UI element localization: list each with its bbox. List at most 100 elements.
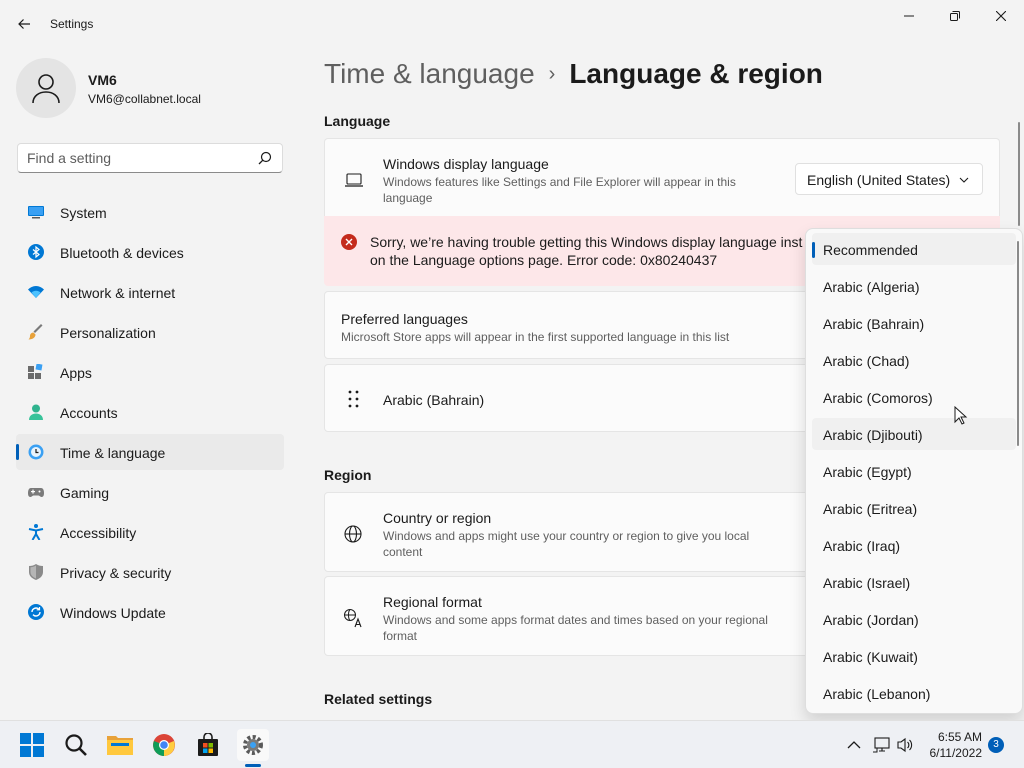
- search-box[interactable]: [17, 143, 283, 173]
- dropdown-option[interactable]: Arabic (Iraq): [812, 529, 1016, 561]
- sidebar-item-label: Accounts: [60, 405, 118, 421]
- country-region-subtitle: Windows and apps might use your country …: [383, 529, 750, 559]
- laptop-icon: [345, 173, 363, 187]
- drag-handle-icon[interactable]: [344, 389, 364, 409]
- region-section-title: Region: [324, 467, 372, 483]
- close-icon: [996, 11, 1006, 21]
- apps-icon: [28, 364, 43, 379]
- dropdown-option-label: Arabic (Comoros): [823, 390, 933, 406]
- sidebar-item-accounts[interactable]: Accounts: [16, 394, 284, 430]
- microsoft-store-button[interactable]: [192, 729, 224, 761]
- update-icon: [28, 604, 44, 620]
- dropdown-option-label: Arabic (Egypt): [823, 464, 912, 480]
- clock-date[interactable]: 6/11/2022: [920, 746, 983, 760]
- minimize-button[interactable]: [886, 0, 932, 32]
- close-button[interactable]: [978, 0, 1024, 32]
- page-scrollbar[interactable]: [1018, 122, 1020, 226]
- user-name: VM6: [88, 72, 117, 88]
- dropdown-scrollbar[interactable]: [1017, 241, 1019, 446]
- display-language-select[interactable]: English (United States): [795, 163, 983, 195]
- show-hidden-icons-button[interactable]: [838, 729, 870, 761]
- dropdown-option[interactable]: Arabic (Kuwait): [812, 640, 1016, 672]
- speaker-icon: [897, 737, 913, 753]
- back-arrow-icon: [18, 19, 30, 29]
- dropdown-option[interactable]: Arabic (Israel): [812, 566, 1016, 598]
- dropdown-option[interactable]: Arabic (Jordan): [812, 603, 1016, 635]
- language-format-icon: [344, 609, 362, 628]
- person-icon: [32, 74, 60, 104]
- breadcrumb-parent[interactable]: Time & language: [324, 58, 535, 89]
- store-bag-icon: [198, 733, 218, 756]
- back-button[interactable]: [12, 12, 36, 36]
- minimize-icon: [904, 15, 914, 17]
- sidebar-item-time-language[interactable]: Time & language: [16, 434, 284, 470]
- chrome-icon: [153, 734, 175, 756]
- dropdown-option-label: Recommended: [823, 242, 918, 258]
- folder-icon: [107, 736, 133, 755]
- sidebar-item-windows-update[interactable]: Windows Update: [16, 594, 284, 630]
- dropdown-option[interactable]: Arabic (Lebanon): [812, 677, 1016, 709]
- sidebar-item-apps[interactable]: Apps: [16, 354, 284, 390]
- mouse-cursor-icon: [954, 406, 968, 425]
- chrome-button[interactable]: [148, 729, 180, 761]
- dropdown-option-recommended[interactable]: Recommended: [812, 233, 1016, 265]
- sidebar-item-label: Time & language: [60, 445, 166, 461]
- dropdown-option[interactable]: Arabic (Eritrea): [812, 492, 1016, 524]
- related-settings-title: Related settings: [324, 691, 433, 707]
- file-explorer-button[interactable]: [104, 729, 136, 761]
- settings-taskbar-button[interactable]: [237, 729, 269, 761]
- active-app-indicator: [245, 764, 261, 767]
- sidebar-item-network[interactable]: Network & internet: [16, 274, 284, 310]
- wifi-icon: [28, 286, 44, 298]
- error-icon: [341, 234, 357, 250]
- taskbar-search-button[interactable]: [60, 729, 92, 761]
- chevron-down-icon: [959, 177, 969, 183]
- gear-icon: [243, 735, 263, 755]
- dropdown-option[interactable]: Arabic (Egypt): [812, 455, 1016, 487]
- taskbar: 6:55 AM 6/11/2022 3: [0, 720, 1024, 768]
- dropdown-option[interactable]: Arabic (Bahrain): [812, 307, 1016, 339]
- dropdown-option[interactable]: Arabic (Djibouti): [812, 418, 1016, 450]
- sidebar-item-label: Gaming: [60, 485, 110, 501]
- dropdown-option[interactable]: Arabic (Algeria): [812, 270, 1016, 302]
- display-language-dropdown: Recommended Arabic (Algeria) Arabic (Bah…: [805, 228, 1023, 714]
- dropdown-option-label: Arabic (Jordan): [823, 612, 919, 628]
- dropdown-option[interactable]: Arabic (Chad): [812, 344, 1016, 376]
- sidebar-item-accessibility[interactable]: Accessibility: [16, 514, 284, 550]
- notification-badge[interactable]: 3: [988, 737, 1004, 753]
- dropdown-option-label: Arabic (Kuwait): [823, 649, 918, 665]
- sidebar-item-personalization[interactable]: Personalization: [16, 314, 284, 350]
- country-region-title: Country or region: [383, 510, 492, 526]
- start-button[interactable]: [16, 729, 48, 761]
- dropdown-option[interactable]: Arabic (Comoros): [812, 381, 1016, 413]
- dropdown-option-label: Arabic (Lebanon): [823, 686, 931, 702]
- dropdown-option-label: Arabic (Djibouti): [823, 427, 923, 443]
- display-language-value: English (United States): [807, 172, 951, 188]
- search-input[interactable]: [27, 150, 247, 166]
- regional-format-title: Regional format: [383, 594, 482, 610]
- sidebar-item-label: Apps: [60, 365, 92, 381]
- sidebar-item-label: Accessibility: [60, 525, 137, 541]
- sidebar-item-gaming[interactable]: Gaming: [16, 474, 284, 510]
- chevron-up-icon: [847, 741, 861, 749]
- preferred-languages-title: Preferred languages: [341, 311, 468, 327]
- sidebar-item-label: Network & internet: [60, 285, 176, 301]
- dropdown-option-label: Arabic (Chad): [823, 353, 910, 369]
- preferred-language-name: Arabic (Bahrain): [383, 392, 485, 408]
- sidebar-item-privacy[interactable]: Privacy & security: [16, 554, 284, 590]
- user-email: VM6@collabnet.local: [88, 92, 201, 106]
- volume-tray-button[interactable]: [892, 729, 918, 761]
- dropdown-option-label: Arabic (Israel): [823, 575, 911, 591]
- sidebar-item-label: Privacy & security: [60, 565, 172, 581]
- display-language-title: Windows display language: [383, 156, 549, 172]
- sidebar-item-bluetooth[interactable]: Bluetooth & devices: [16, 234, 284, 270]
- sidebar-item-system[interactable]: System: [16, 194, 284, 230]
- display-language-card: Windows display language Windows feature…: [324, 138, 1000, 218]
- user-profile[interactable]: VM6 VM6@collabnet.local: [16, 58, 286, 118]
- clock-time[interactable]: 6:55 AM: [930, 730, 982, 744]
- search-icon: [65, 734, 87, 756]
- restore-button[interactable]: [932, 0, 978, 32]
- clock-globe-icon: [28, 444, 44, 460]
- search-icon: [258, 151, 272, 165]
- sidebar-nav: System Bluetooth & devices Network & int…: [16, 194, 284, 634]
